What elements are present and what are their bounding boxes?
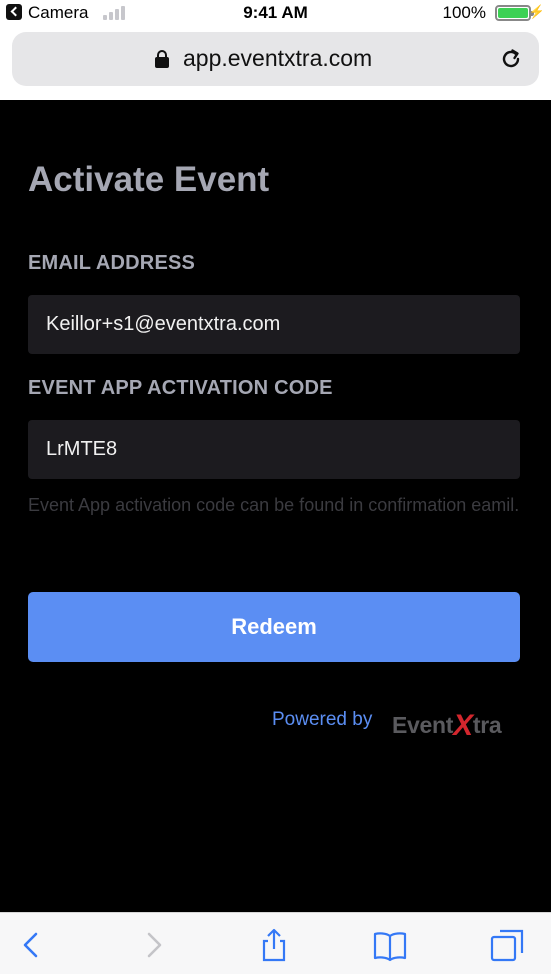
email-field[interactable]: Keillor+s1@eventxtra.com [28, 295, 520, 354]
address-bar[interactable]: app.eventxtra.com [12, 32, 539, 86]
browser-toolbar [0, 912, 551, 974]
activation-code-label: EVENT APP ACTIVATION CODE [28, 377, 333, 399]
email-label: EMAIL ADDRESS [28, 252, 196, 274]
charging-icon: ⚡ [528, 4, 545, 19]
battery-icon [495, 5, 534, 21]
eventxtra-logo[interactable]: EventXtra [392, 707, 502, 742]
chevron-left-icon[interactable] [14, 927, 50, 963]
powered-by-label: Powered by [272, 709, 373, 730]
activation-code-field[interactable]: LrMTE8 [28, 420, 520, 479]
redeem-button[interactable]: Redeem [28, 592, 520, 662]
chevron-right-icon[interactable] [135, 927, 171, 963]
page-content: Activate Event EMAIL ADDRESS Keillor+s1@… [0, 100, 551, 912]
tabs-icon[interactable] [490, 927, 526, 963]
share-icon[interactable] [256, 927, 292, 963]
url-text[interactable]: app.eventxtra.com [183, 45, 372, 72]
battery-percent: 100% [442, 3, 486, 22]
lock-icon [155, 50, 169, 68]
activation-code-help: Event App activation code can be found i… [28, 495, 520, 515]
status-bar: Camera 9:41 AM 100% ⚡ [0, 0, 551, 26]
page-title: Activate Event [28, 160, 270, 199]
browser-header: app.eventxtra.com [0, 26, 551, 100]
bookmarks-icon[interactable] [372, 927, 408, 963]
reload-icon[interactable] [499, 47, 523, 71]
